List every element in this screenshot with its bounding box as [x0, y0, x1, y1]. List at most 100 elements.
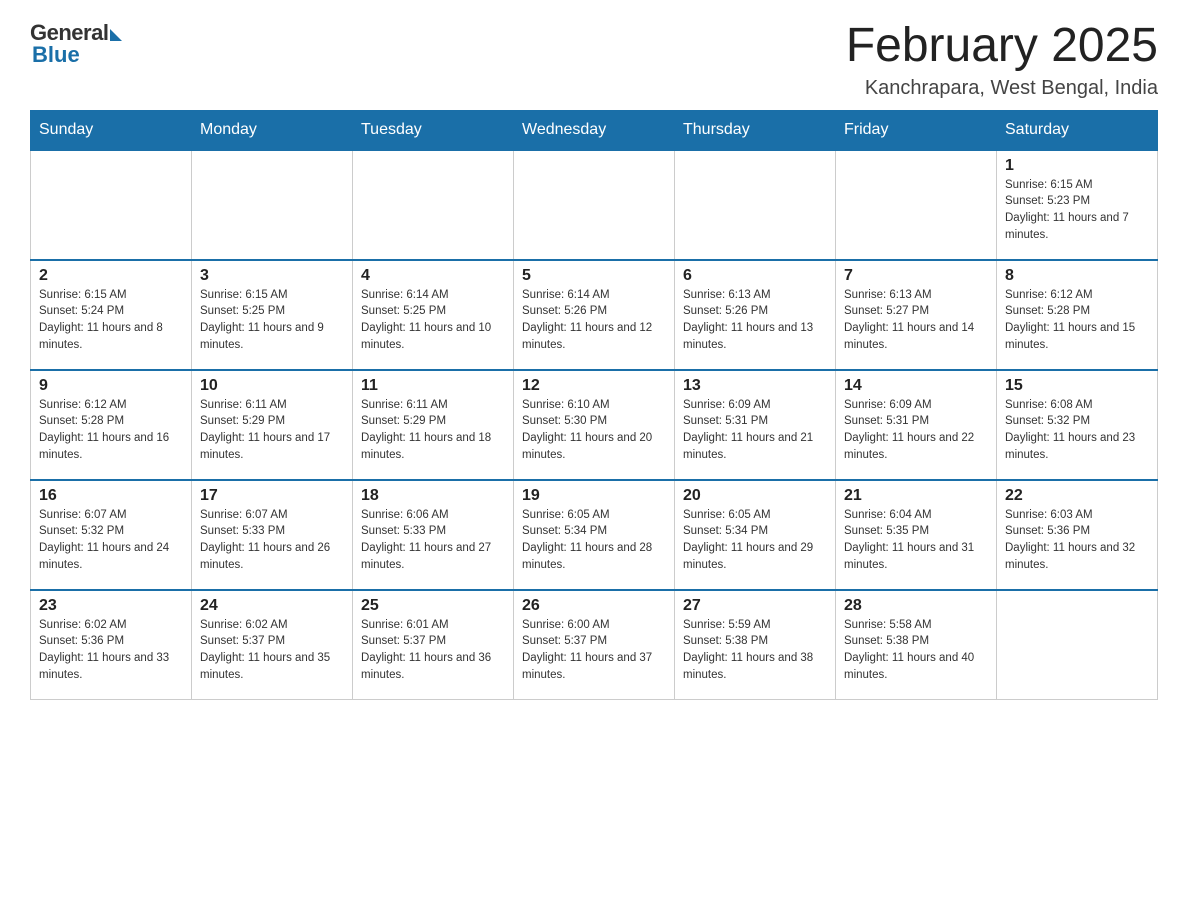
- calendar-day-cell: 9 Sunrise: 6:12 AMSunset: 5:28 PMDaylight…: [31, 370, 192, 480]
- day-info: Sunrise: 6:01 AMSunset: 5:37 PMDaylight:…: [361, 617, 505, 684]
- day-info: Sunrise: 6:15 AMSunset: 5:25 PMDaylight:…: [200, 287, 344, 354]
- calendar-day-cell: 4 Sunrise: 6:14 AMSunset: 5:25 PMDaylight…: [353, 260, 514, 370]
- day-number: 1: [1005, 157, 1149, 175]
- calendar-day-cell: 22 Sunrise: 6:03 AMSunset: 5:36 PMDayligh…: [997, 480, 1158, 590]
- day-info: Sunrise: 6:14 AMSunset: 5:25 PMDaylight:…: [361, 287, 505, 354]
- weekday-header-tuesday: Tuesday: [353, 110, 514, 150]
- calendar-day-cell: [31, 150, 192, 260]
- calendar-day-cell: 10 Sunrise: 6:11 AMSunset: 5:29 PMDayligh…: [192, 370, 353, 480]
- day-info: Sunrise: 5:58 AMSunset: 5:38 PMDaylight:…: [844, 617, 988, 684]
- day-info: Sunrise: 6:14 AMSunset: 5:26 PMDaylight:…: [522, 287, 666, 354]
- calendar-day-cell: [514, 150, 675, 260]
- calendar-week-row: 1Sunrise: 6:15 AMSunset: 5:23 PMDaylight…: [31, 150, 1158, 260]
- day-info: Sunrise: 6:09 AMSunset: 5:31 PMDaylight:…: [844, 397, 988, 464]
- calendar-day-cell: 12 Sunrise: 6:10 AMSunset: 5:30 PMDayligh…: [514, 370, 675, 480]
- weekday-header-sunday: Sunday: [31, 110, 192, 150]
- day-number: 2: [39, 267, 183, 285]
- day-number: 21: [844, 487, 988, 505]
- day-number: 10: [200, 377, 344, 395]
- day-info: Sunrise: 5:59 AMSunset: 5:38 PMDaylight:…: [683, 617, 827, 684]
- calendar-day-cell: 5 Sunrise: 6:14 AMSunset: 5:26 PMDaylight…: [514, 260, 675, 370]
- day-number: 14: [844, 377, 988, 395]
- day-number: 7: [844, 267, 988, 285]
- weekday-header-row: SundayMondayTuesdayWednesdayThursdayFrid…: [31, 110, 1158, 150]
- calendar-day-cell: 21 Sunrise: 6:04 AMSunset: 5:35 PMDayligh…: [836, 480, 997, 590]
- calendar-day-cell: [997, 590, 1158, 700]
- day-number: 23: [39, 597, 183, 615]
- day-number: 16: [39, 487, 183, 505]
- calendar-day-cell: 6 Sunrise: 6:13 AMSunset: 5:26 PMDaylight…: [675, 260, 836, 370]
- weekday-header-monday: Monday: [192, 110, 353, 150]
- day-info: Sunrise: 6:02 AMSunset: 5:36 PMDaylight:…: [39, 617, 183, 684]
- logo-blue-text: Blue: [32, 42, 80, 68]
- day-number: 28: [844, 597, 988, 615]
- weekday-header-wednesday: Wednesday: [514, 110, 675, 150]
- day-info: Sunrise: 6:10 AMSunset: 5:30 PMDaylight:…: [522, 397, 666, 464]
- day-info: Sunrise: 6:13 AMSunset: 5:27 PMDaylight:…: [844, 287, 988, 354]
- month-title: February 2025: [846, 20, 1158, 73]
- day-info: Sunrise: 6:04 AMSunset: 5:35 PMDaylight:…: [844, 507, 988, 574]
- day-info: Sunrise: 6:07 AMSunset: 5:33 PMDaylight:…: [200, 507, 344, 574]
- calendar-day-cell: 27Sunrise: 5:59 AMSunset: 5:38 PMDayligh…: [675, 590, 836, 700]
- calendar-day-cell: 7 Sunrise: 6:13 AMSunset: 5:27 PMDaylight…: [836, 260, 997, 370]
- day-number: 4: [361, 267, 505, 285]
- calendar-day-cell: 1Sunrise: 6:15 AMSunset: 5:23 PMDaylight…: [997, 150, 1158, 260]
- calendar-day-cell: 20 Sunrise: 6:05 AMSunset: 5:34 PMDayligh…: [675, 480, 836, 590]
- logo-arrow-icon: [110, 29, 122, 41]
- calendar-week-row: 23 Sunrise: 6:02 AMSunset: 5:36 PMDayligh…: [31, 590, 1158, 700]
- day-number: 22: [1005, 487, 1149, 505]
- day-info: Sunrise: 6:12 AMSunset: 5:28 PMDaylight:…: [1005, 287, 1149, 354]
- day-number: 12: [522, 377, 666, 395]
- calendar-day-cell: 3 Sunrise: 6:15 AMSunset: 5:25 PMDaylight…: [192, 260, 353, 370]
- day-number: 24: [200, 597, 344, 615]
- day-number: 5: [522, 267, 666, 285]
- day-number: 9: [39, 377, 183, 395]
- calendar-day-cell: 25 Sunrise: 6:01 AMSunset: 5:37 PMDayligh…: [353, 590, 514, 700]
- day-info: Sunrise: 6:08 AMSunset: 5:32 PMDaylight:…: [1005, 397, 1149, 464]
- day-number: 11: [361, 377, 505, 395]
- day-info: Sunrise: 6:09 AMSunset: 5:31 PMDaylight:…: [683, 397, 827, 464]
- calendar-day-cell: [675, 150, 836, 260]
- day-number: 6: [683, 267, 827, 285]
- calendar-day-cell: 16 Sunrise: 6:07 AMSunset: 5:32 PMDayligh…: [31, 480, 192, 590]
- calendar-day-cell: 18 Sunrise: 6:06 AMSunset: 5:33 PMDayligh…: [353, 480, 514, 590]
- day-number: 3: [200, 267, 344, 285]
- calendar-day-cell: 14 Sunrise: 6:09 AMSunset: 5:31 PMDayligh…: [836, 370, 997, 480]
- day-number: 15: [1005, 377, 1149, 395]
- day-info: Sunrise: 6:05 AMSunset: 5:34 PMDaylight:…: [683, 507, 827, 574]
- day-info: Sunrise: 6:12 AMSunset: 5:28 PMDaylight:…: [39, 397, 183, 464]
- weekday-header-saturday: Saturday: [997, 110, 1158, 150]
- calendar-day-cell: 15 Sunrise: 6:08 AMSunset: 5:32 PMDayligh…: [997, 370, 1158, 480]
- calendar-week-row: 9 Sunrise: 6:12 AMSunset: 5:28 PMDaylight…: [31, 370, 1158, 480]
- calendar-day-cell: 24 Sunrise: 6:02 AMSunset: 5:37 PMDayligh…: [192, 590, 353, 700]
- calendar-day-cell: 23 Sunrise: 6:02 AMSunset: 5:36 PMDayligh…: [31, 590, 192, 700]
- calendar-day-cell: [353, 150, 514, 260]
- calendar-day-cell: [836, 150, 997, 260]
- day-info: Sunrise: 6:11 AMSunset: 5:29 PMDaylight:…: [361, 397, 505, 464]
- weekday-header-friday: Friday: [836, 110, 997, 150]
- day-number: 25: [361, 597, 505, 615]
- day-info: Sunrise: 6:00 AMSunset: 5:37 PMDaylight:…: [522, 617, 666, 684]
- calendar-day-cell: 11 Sunrise: 6:11 AMSunset: 5:29 PMDayligh…: [353, 370, 514, 480]
- day-number: 20: [683, 487, 827, 505]
- day-info: Sunrise: 6:13 AMSunset: 5:26 PMDaylight:…: [683, 287, 827, 354]
- day-info: Sunrise: 6:02 AMSunset: 5:37 PMDaylight:…: [200, 617, 344, 684]
- day-number: 26: [522, 597, 666, 615]
- calendar-day-cell: 19 Sunrise: 6:05 AMSunset: 5:34 PMDayligh…: [514, 480, 675, 590]
- calendar-day-cell: 2Sunrise: 6:15 AMSunset: 5:24 PMDaylight…: [31, 260, 192, 370]
- day-info: Sunrise: 6:03 AMSunset: 5:36 PMDaylight:…: [1005, 507, 1149, 574]
- calendar-day-cell: 17 Sunrise: 6:07 AMSunset: 5:33 PMDayligh…: [192, 480, 353, 590]
- day-info: Sunrise: 6:05 AMSunset: 5:34 PMDaylight:…: [522, 507, 666, 574]
- day-info: Sunrise: 6:06 AMSunset: 5:33 PMDaylight:…: [361, 507, 505, 574]
- day-info: Sunrise: 6:07 AMSunset: 5:32 PMDaylight:…: [39, 507, 183, 574]
- day-number: 18: [361, 487, 505, 505]
- day-number: 13: [683, 377, 827, 395]
- calendar-day-cell: 8Sunrise: 6:12 AMSunset: 5:28 PMDaylight…: [997, 260, 1158, 370]
- day-number: 17: [200, 487, 344, 505]
- logo: General Blue: [30, 20, 122, 68]
- day-info: Sunrise: 6:11 AMSunset: 5:29 PMDaylight:…: [200, 397, 344, 464]
- weekday-header-thursday: Thursday: [675, 110, 836, 150]
- calendar-day-cell: 13 Sunrise: 6:09 AMSunset: 5:31 PMDayligh…: [675, 370, 836, 480]
- day-number: 19: [522, 487, 666, 505]
- calendar-day-cell: [192, 150, 353, 260]
